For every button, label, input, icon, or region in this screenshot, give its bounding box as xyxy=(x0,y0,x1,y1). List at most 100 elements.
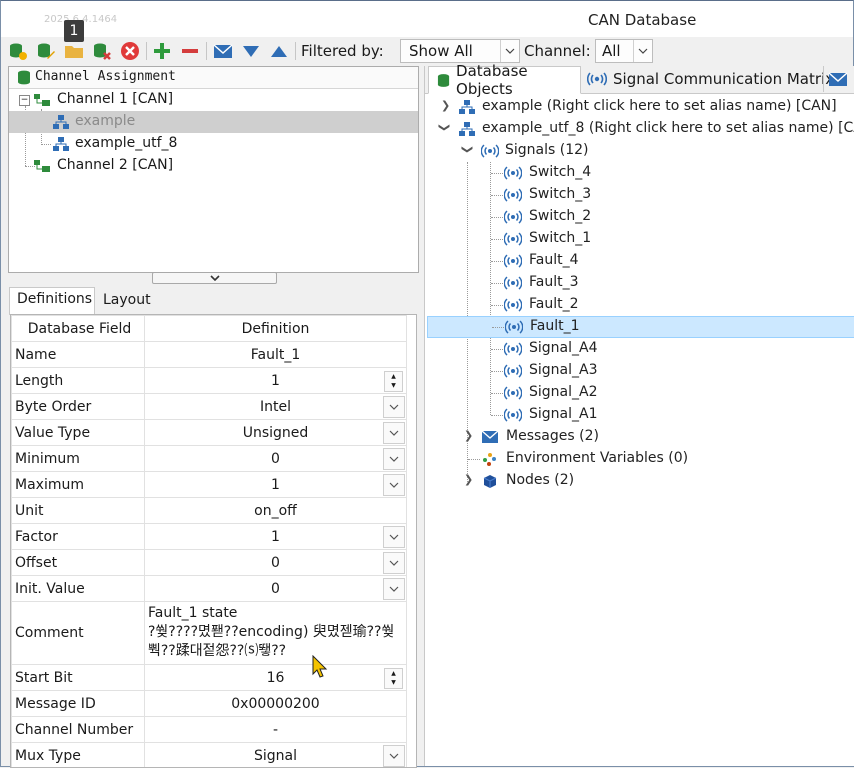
value-init-value-cell[interactable]: 0 xyxy=(145,576,407,602)
tree-nodes-group[interactable]: ❯ Nodes (2) xyxy=(425,470,854,492)
value-factor-cell[interactable]: 1 xyxy=(145,524,407,550)
environment-variables-label: Environment Variables (0) xyxy=(506,450,688,466)
tree-signal-item[interactable]: Fault_4 xyxy=(425,250,854,272)
tree-db-example-utf8[interactable]: example_utf_8 xyxy=(9,133,418,155)
value-name[interactable]: Fault_1 xyxy=(145,342,407,368)
value-channel-number[interactable]: - xyxy=(145,717,407,743)
tree-signal-item[interactable]: Fault_2 xyxy=(425,294,854,316)
tab-database-objects[interactable]: Database Objects xyxy=(428,66,581,94)
field-maximum: Maximum xyxy=(12,472,145,498)
channel-assignment-header: Channel Assignment xyxy=(9,67,418,89)
move-down-icon[interactable] xyxy=(241,41,261,61)
tree-db-example-utf8[interactable]: ❯ example_utf_8 (Right click here to set… xyxy=(425,118,854,140)
collapse-icon[interactable]: − xyxy=(19,95,30,106)
tree-signals-group[interactable]: ❯ Signals (12) xyxy=(425,140,854,162)
signal-icon xyxy=(505,320,523,334)
tree-signal-item[interactable]: Switch_2 xyxy=(425,206,854,228)
database-tree-icon xyxy=(53,115,69,130)
mouse-cursor-icon xyxy=(311,655,329,679)
signal-icon xyxy=(587,72,607,86)
value-unit[interactable]: on_off xyxy=(145,498,407,524)
value-start-bit-cell[interactable]: 16 ▲▼ xyxy=(145,665,407,691)
toolbar-separator xyxy=(206,42,207,60)
close-circle-icon[interactable] xyxy=(120,41,140,61)
database-icon xyxy=(437,73,450,88)
tree-signal-item-selected[interactable]: Fault_1 xyxy=(427,316,854,338)
channel-dropdown[interactable]: All xyxy=(595,39,653,63)
remove-icon[interactable] xyxy=(180,41,200,61)
chevron-right-icon[interactable]: ❯ xyxy=(464,429,473,442)
signal-icon xyxy=(504,364,522,378)
chevron-down-icon xyxy=(210,275,220,281)
tree-signal-item[interactable]: Switch_1 xyxy=(425,228,854,250)
tree-channel-2[interactable]: Channel 2 [CAN] xyxy=(9,155,418,177)
chevron-down-icon[interactable]: ❯ xyxy=(438,123,451,132)
start-bit-stepper[interactable]: ▲▼ xyxy=(384,668,403,689)
chevron-right-icon[interactable]: ❯ xyxy=(441,99,450,112)
value-maximum: 1 xyxy=(271,477,280,493)
tree-signal-item[interactable]: Signal_A2 xyxy=(425,382,854,404)
spin-down-icon[interactable]: ▼ xyxy=(385,381,402,390)
message-envelope-icon[interactable] xyxy=(213,41,233,61)
tree-signal-item[interactable]: Switch_3 xyxy=(425,184,854,206)
tab-layout[interactable]: Layout xyxy=(103,292,151,308)
tree-channel-1[interactable]: − Channel 1 [CAN] xyxy=(9,89,418,111)
add-database-icon[interactable] xyxy=(8,41,28,61)
chevron-right-icon[interactable]: ❯ xyxy=(464,473,473,486)
value-offset-cell[interactable]: 0 xyxy=(145,550,407,576)
field-start-bit: Start Bit xyxy=(12,665,145,691)
value-mux-type-cell[interactable]: Signal xyxy=(145,743,407,768)
chevron-down-icon[interactable] xyxy=(500,40,519,62)
value-value-type-cell[interactable]: Unsigned xyxy=(145,420,407,446)
table-row: Comment Fault_1 state ?쒖????몄퐫??encoding… xyxy=(12,602,407,665)
tree-signal-item[interactable]: Fault_3 xyxy=(425,272,854,294)
chevron-down-icon[interactable] xyxy=(383,552,405,574)
value-comment[interactable]: Fault_1 state ?쒖????몄퐫??encoding) 臾몄젣瑜??… xyxy=(145,602,407,665)
value-minimum-cell[interactable]: 0 xyxy=(145,446,407,472)
tab-definitions-label: Definitions xyxy=(17,291,92,307)
chevron-down-icon[interactable] xyxy=(383,474,405,496)
tree-db-example[interactable]: example xyxy=(9,111,418,133)
filter-dropdown[interactable]: Show All xyxy=(400,39,520,63)
tree-signal-item[interactable]: Switch_4 xyxy=(425,162,854,184)
tree-signal-item[interactable]: Signal_A4 xyxy=(425,338,854,360)
tree-signal-item[interactable]: Signal_A1 xyxy=(425,404,854,426)
field-byte-order: Byte Order xyxy=(12,394,145,420)
chevron-down-icon[interactable] xyxy=(383,745,405,767)
tree-messages-group[interactable]: ❯ Messages (2) xyxy=(425,426,854,448)
spin-up-icon[interactable]: ▲ xyxy=(385,669,402,678)
chevron-down-icon[interactable] xyxy=(383,422,405,444)
tree-signal-item[interactable]: Signal_A3 xyxy=(425,360,854,382)
chevron-down-icon[interactable] xyxy=(383,396,405,418)
table-row: Name Fault_1 xyxy=(12,342,407,368)
length-stepper[interactable]: ▲▼ xyxy=(384,371,403,392)
chevron-down-icon[interactable] xyxy=(383,526,405,548)
open-folder-icon[interactable] xyxy=(64,41,84,61)
edit-database-icon[interactable] xyxy=(36,41,56,61)
tab-definitions[interactable]: Definitions xyxy=(9,287,95,315)
tab-messages-overflow[interactable] xyxy=(823,66,854,92)
add-icon[interactable] xyxy=(152,41,172,61)
field-value-type: Value Type xyxy=(12,420,145,446)
chevron-down-icon[interactable] xyxy=(633,40,652,62)
panel-splitter[interactable] xyxy=(152,272,277,284)
move-up-icon[interactable] xyxy=(269,41,289,61)
value-byte-order-cell[interactable]: Intel xyxy=(145,394,407,420)
signal-icon xyxy=(504,210,522,224)
chevron-down-icon[interactable] xyxy=(383,448,405,470)
environment-icon xyxy=(482,452,498,466)
tree-db-example[interactable]: ❯ example (Right click here to set alias… xyxy=(425,96,854,118)
signal-label: Switch_1 xyxy=(529,230,591,246)
tree-environment-variables[interactable]: Environment Variables (0) xyxy=(425,448,854,470)
spin-down-icon[interactable]: ▼ xyxy=(385,678,402,687)
chevron-down-icon[interactable]: ❯ xyxy=(461,145,474,154)
value-length-cell[interactable]: 1 ▲▼ xyxy=(145,368,407,394)
value-maximum-cell[interactable]: 1 xyxy=(145,472,407,498)
spin-up-icon[interactable]: ▲ xyxy=(385,372,402,381)
signal-label: Signal_A4 xyxy=(529,340,598,356)
value-message-id[interactable]: 0x00000200 xyxy=(145,691,407,717)
remove-database-icon[interactable] xyxy=(92,41,112,61)
chevron-down-icon[interactable] xyxy=(383,578,405,600)
tab-signal-communication-matrix[interactable]: Signal Communication Matrix xyxy=(587,66,834,92)
toolbar-separator xyxy=(295,42,296,60)
